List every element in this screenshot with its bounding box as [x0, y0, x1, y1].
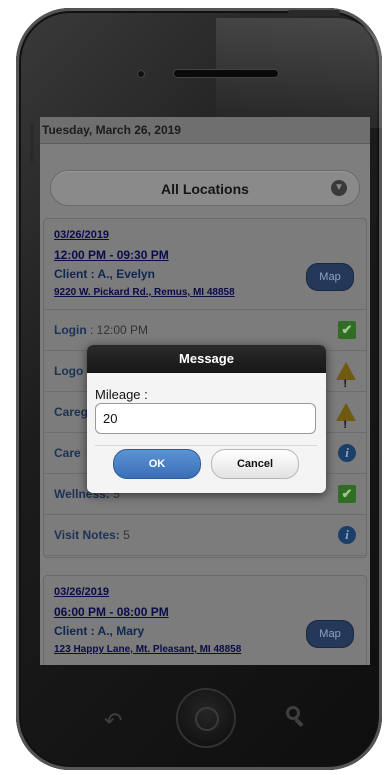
chevron-down-icon: ▼ — [331, 180, 347, 196]
info-icon: i — [338, 444, 356, 462]
date-header: Tuesday, March 26, 2019 — [40, 117, 370, 144]
cancel-button[interactable]: Cancel — [211, 449, 299, 479]
ok-button[interactable]: OK — [113, 449, 201, 479]
camera — [138, 71, 144, 77]
map-button[interactable]: Map — [306, 263, 354, 291]
row-label: Logo — [54, 364, 84, 378]
row-label: Visit Notes: — [54, 528, 120, 542]
home-button[interactable] — [178, 690, 234, 746]
check-icon: ✔ — [338, 321, 356, 339]
location-select[interactable]: All Locations ▼ — [50, 170, 360, 206]
row-value: 5 — [119, 528, 130, 542]
mileage-label: Mileage : — [95, 387, 148, 402]
row-label: Care — [54, 446, 81, 460]
visit-time-link[interactable]: 06:00 PM - 08:00 PM — [54, 605, 169, 619]
location-select-value: All Locations — [161, 181, 249, 197]
row-label: Login — [54, 323, 87, 337]
info-icon: i — [338, 526, 356, 544]
back-icon[interactable]: ↶ — [104, 708, 122, 734]
client-name: Client : A., Evelyn — [54, 267, 155, 281]
visit-card-header: 03/26/2019 12:00 PM - 09:30 PM Client : … — [44, 219, 366, 310]
check-icon: ✔ — [338, 485, 356, 503]
client-name: Client : A., Mary — [54, 624, 145, 638]
visit-date-link[interactable]: 03/26/2019 — [54, 229, 109, 241]
address-link[interactable]: 9220 W. Pickard Rd., Remus, MI 48858 — [54, 287, 235, 298]
dialog-divider — [95, 445, 317, 446]
power-button — [288, 10, 340, 16]
visit-time-link[interactable]: 12:00 PM - 09:30 PM — [54, 248, 169, 262]
row-label: Careg — [54, 405, 89, 419]
visit-card: 03/26/2019 06:00 PM - 08:00 PM Client : … — [43, 575, 367, 665]
visit-date-link[interactable]: 03/26/2019 — [54, 586, 109, 598]
message-dialog: Message Mileage : 20 OK Cancel — [87, 345, 326, 493]
home-icon — [195, 707, 219, 731]
map-button[interactable]: Map — [306, 620, 354, 648]
dialog-title: Message — [87, 345, 326, 373]
volume-button — [30, 123, 34, 163]
mileage-input[interactable]: 20 — [95, 403, 316, 434]
address-link[interactable]: 123 Happy Lane, Mt. Pleasant, MI 48858 — [54, 644, 241, 655]
visit-notes-row[interactable]: Visit Notes: 5 i — [44, 515, 366, 556]
row-value: : 12:00 PM — [86, 323, 149, 337]
speaker — [174, 70, 278, 77]
